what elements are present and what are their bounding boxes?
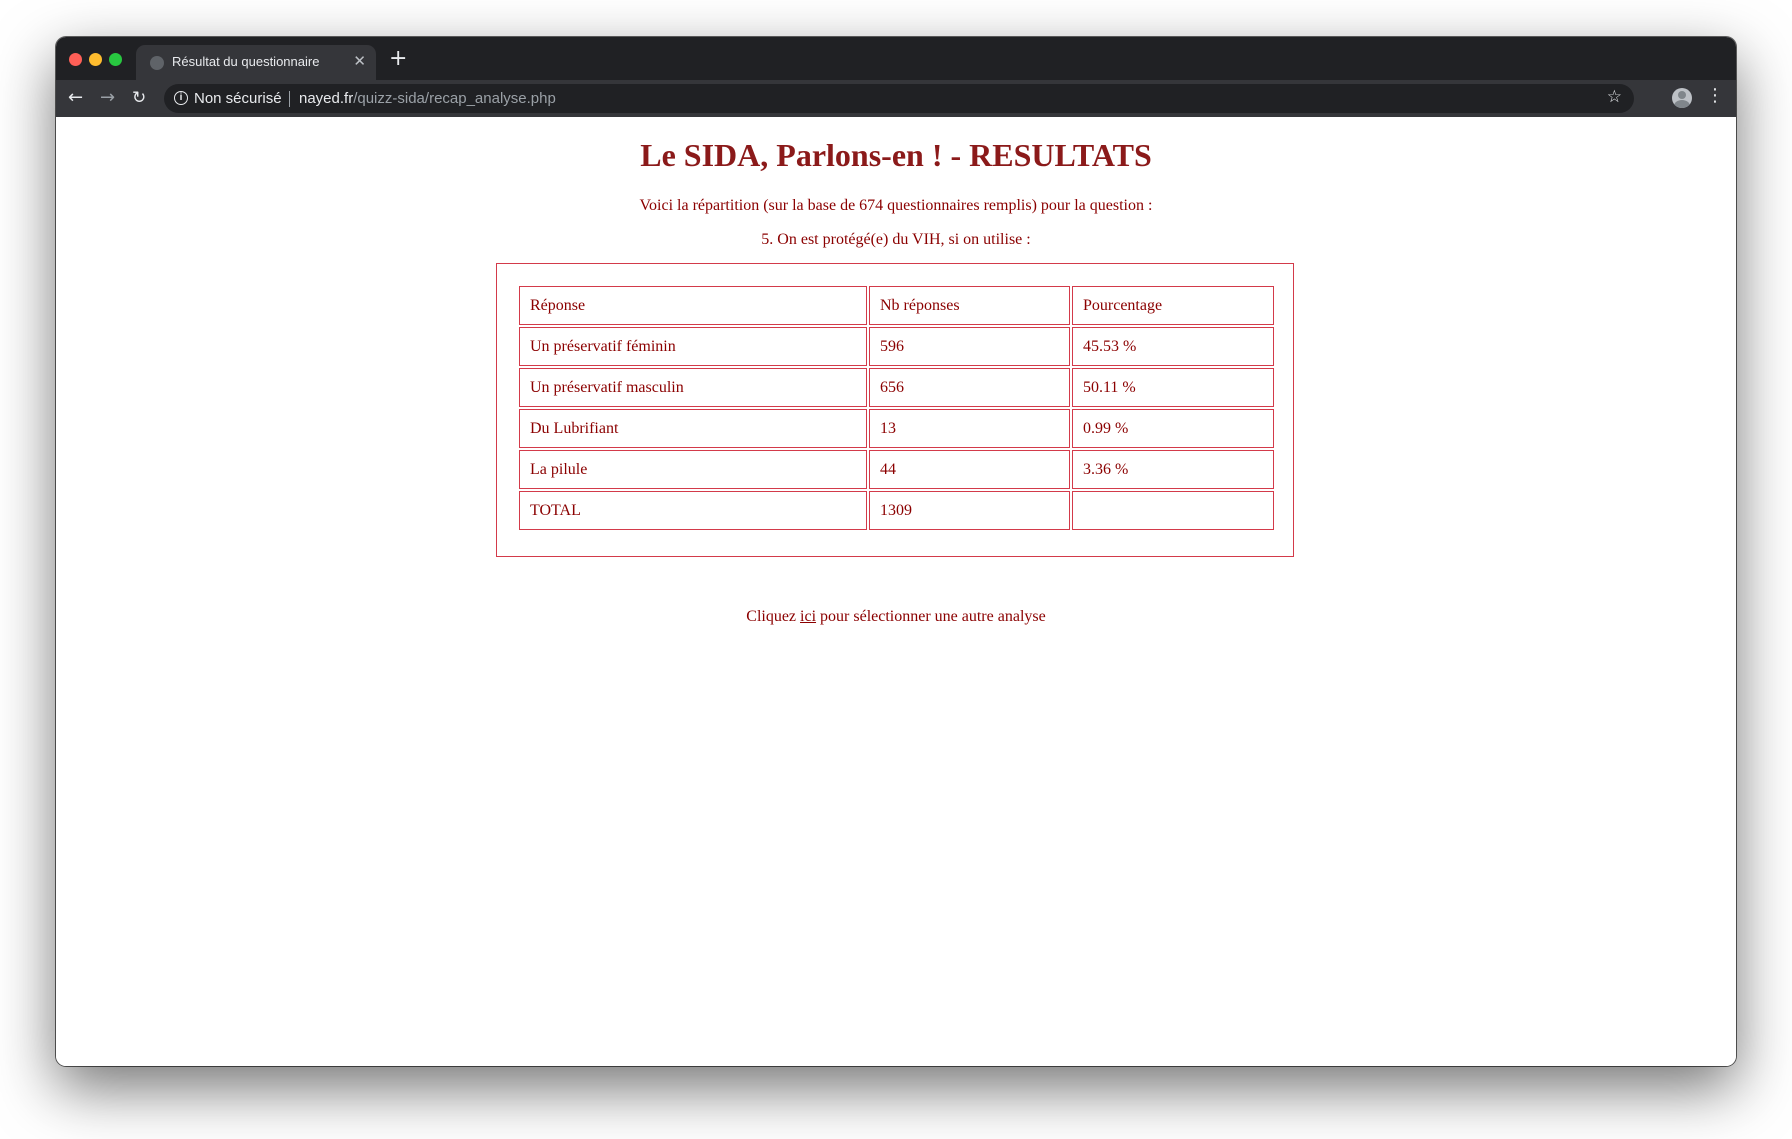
cell-percent: 3.36 %	[1072, 450, 1274, 489]
browser-window: Résultat du questionnaire ✕ + ← → ↻ i No…	[56, 37, 1736, 1066]
header-pourcentage: Pourcentage	[1072, 286, 1274, 325]
footer-line: Cliquez ici pour sélectionner une autre …	[56, 608, 1736, 626]
plus-icon[interactable]: +	[389, 46, 407, 71]
header-nb-reponses: Nb réponses	[869, 286, 1070, 325]
address-bar[interactable]: i Non sécurisé nayed.fr/quizz-sida/recap…	[164, 84, 1634, 113]
table-header-row: Réponse Nb réponses Pourcentage	[519, 286, 1274, 325]
cell-percent: 0.99 %	[1072, 409, 1274, 448]
maximize-window-button[interactable]	[109, 53, 122, 66]
intro-text: Voici la répartition (sur la base de 674…	[639, 197, 1153, 214]
cell-count: 656	[869, 368, 1070, 407]
total-count: 1309	[869, 491, 1070, 530]
table-row: Du Lubrifiant 13 0.99 %	[519, 409, 1274, 448]
security-label[interactable]: Non sécurisé	[194, 90, 282, 107]
cell-percent: 50.11 %	[1072, 368, 1274, 407]
table-row: La pilule 44 3.36 %	[519, 450, 1274, 489]
active-tab[interactable]: Résultat du questionnaire ✕	[136, 45, 376, 80]
total-percent	[1072, 491, 1274, 530]
results-frame: Réponse Nb réponses Pourcentage Un prése…	[496, 263, 1294, 557]
url-host: nayed.fr	[299, 90, 354, 107]
table-row: Un préservatif masculin 656 50.11 %	[519, 368, 1274, 407]
close-window-button[interactable]	[69, 53, 82, 66]
close-icon[interactable]: ✕	[353, 52, 366, 70]
menu-icon[interactable]: ⋮	[1706, 85, 1724, 106]
info-icon[interactable]: i	[174, 91, 188, 105]
cell-answer: La pilule	[519, 450, 867, 489]
globe-icon	[150, 56, 164, 70]
footer-text-before: Cliquez	[746, 608, 801, 625]
browser-toolbar: ← → ↻ i Non sécurisé nayed.fr/quizz-sida…	[56, 80, 1736, 117]
address-separator	[289, 91, 290, 107]
cell-answer: Du Lubrifiant	[519, 409, 867, 448]
table-total-row: TOTAL 1309	[519, 491, 1274, 530]
header-reponse: Réponse	[519, 286, 867, 325]
results-table: Réponse Nb réponses Pourcentage Un prése…	[517, 284, 1276, 532]
star-icon[interactable]: ☆	[1607, 87, 1622, 107]
cell-count: 44	[869, 450, 1070, 489]
forward-arrow-icon[interactable]: →	[100, 86, 115, 110]
table-row: Un préservatif féminin 596 45.53 %	[519, 327, 1274, 366]
back-arrow-icon[interactable]: ←	[68, 86, 83, 110]
page-content: Le SIDA, Parlons-en ! - RESULTATS Voici …	[56, 117, 1736, 1066]
profile-icon[interactable]	[1672, 88, 1692, 108]
url-text[interactable]: nayed.fr/quizz-sida/recap_analyse.php	[299, 90, 556, 107]
cell-count: 13	[869, 409, 1070, 448]
cell-count: 596	[869, 327, 1070, 366]
total-label: TOTAL	[519, 491, 867, 530]
minimize-window-button[interactable]	[89, 53, 102, 66]
tab-title: Résultat du questionnaire	[172, 54, 320, 69]
tab-bar: Résultat du questionnaire ✕ +	[56, 37, 1736, 80]
cell-percent: 45.53 %	[1072, 327, 1274, 366]
reload-icon[interactable]: ↻	[132, 86, 146, 110]
footer-text-after: pour sélectionner une autre analyse	[816, 608, 1046, 625]
analysis-link[interactable]: ici	[800, 608, 816, 625]
url-path: /quizz-sida/recap_analyse.php	[353, 90, 556, 107]
cell-answer: Un préservatif féminin	[519, 327, 867, 366]
cell-answer: Un préservatif masculin	[519, 368, 867, 407]
question-text: 5. On est protégé(e) du VIH, si on utili…	[761, 231, 1031, 248]
page-title: Le SIDA, Parlons-en ! - RESULTATS	[640, 137, 1152, 173]
